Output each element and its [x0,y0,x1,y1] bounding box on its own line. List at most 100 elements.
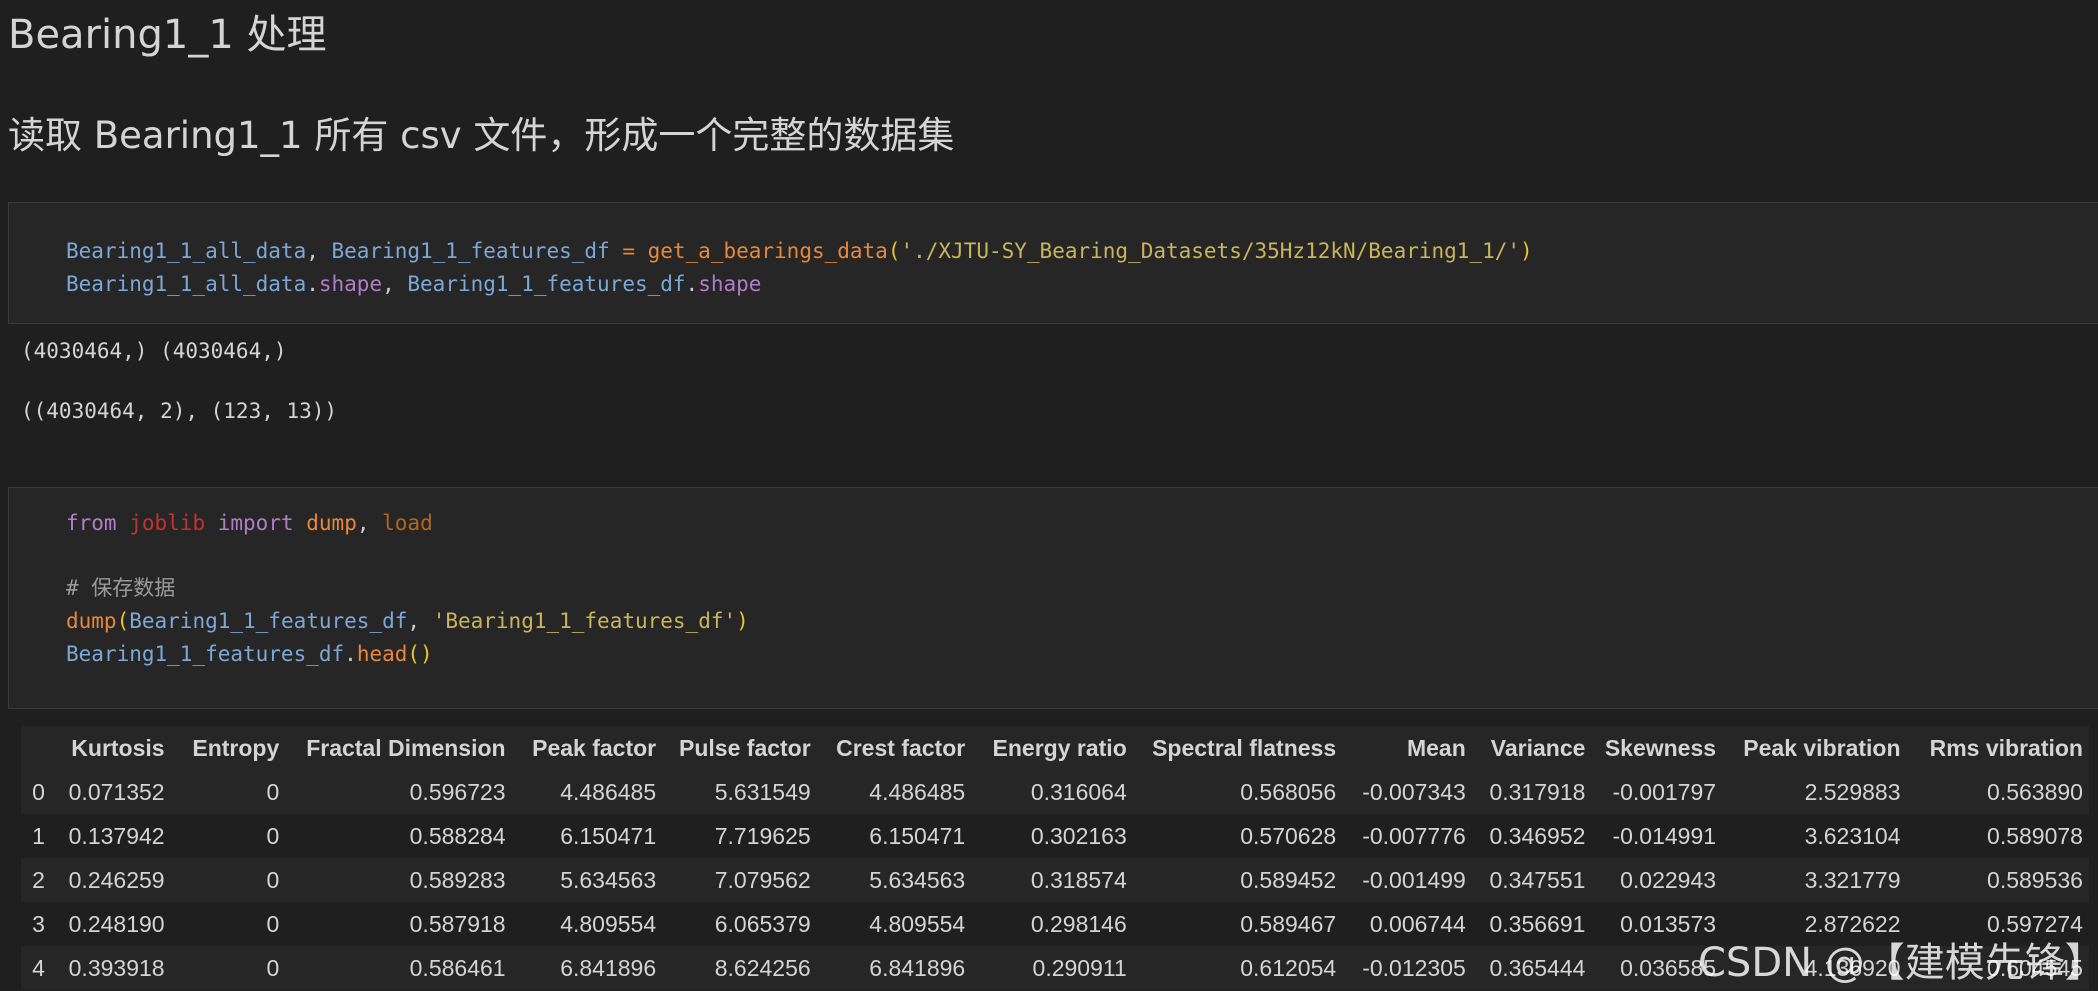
table-cell: 6.841896 [560,954,657,981]
table-cell: 0.246259 [68,866,165,893]
table-cell: 0.589078 [1987,822,2083,849]
table-row: 2 0.246259 0 0.589283 5.634563 7.079562 … [21,858,2089,902]
table-cell: -0.012305 [1362,954,1466,981]
code-token: Bearing1_1_all_data [66,239,307,263]
table-cell: 0 [266,954,280,981]
code-cell-save-data[interactable]: from joblib import dump, load # 保存数据 dum… [8,487,2098,709]
column-header: Peak factor [532,734,657,761]
code-token: load [382,511,433,535]
code-token: Bearing1_1_features_df [66,642,345,666]
row-index: 4 [32,954,45,981]
column-header: Kurtosis [71,734,165,761]
table-cell: 0.346952 [1489,822,1586,849]
code-line-2: Bearing1_1_all_data.shape, Bearing1_1_fe… [66,269,761,299]
table-cell: -0.007776 [1362,822,1466,849]
table-cell: 6.065379 [714,910,811,937]
table-cell: 0.393918 [68,954,165,981]
table-cell: 0.588284 [409,822,506,849]
table-row: 0 0.071352 0 0.596723 4.486485 5.631549 … [21,770,2089,814]
table-cell: 6.150471 [869,822,966,849]
table-cell: 0.318574 [1030,866,1127,893]
table-header-row: Kurtosis Entropy Fractal Dimension Peak … [21,726,2089,770]
table-cell: 0.316064 [1030,778,1127,805]
table-cell: 6.841896 [869,954,966,981]
table-cell: 0.612054 [1240,954,1337,981]
table-cell: 0.589452 [1240,866,1337,893]
table-cell: 5.634563 [869,866,966,893]
column-header: Variance [1490,734,1586,761]
table-cell: 0.587918 [409,910,506,937]
code-token: Bearing1_1_features_df [407,272,686,296]
table-cell: 4.486485 [560,778,657,805]
code-token: Bearing1_1_all_data [66,272,307,296]
column-header: Skewness [1604,734,1717,761]
table-cell: 0.347551 [1489,866,1586,893]
code-token: , [382,272,408,296]
code-line-1: from joblib import dump, load [66,508,433,538]
table-cell: 0.248190 [68,910,165,937]
column-header: Entropy [192,734,280,761]
table-cell: 0 [266,866,280,893]
table-cell: 5.634563 [560,866,657,893]
code-token: ) [1520,239,1533,263]
table-cell: 0.137942 [68,822,165,849]
table-cell: 4.809554 [869,910,966,937]
code-token: './XJTU-SY_Bearing_Datasets/35Hz12kN/Bea… [900,239,1520,263]
code-token: head [356,642,408,666]
table-cell: 6.150471 [560,822,657,849]
table-cell: 0.570628 [1240,822,1337,849]
section-heading: 读取 Bearing1_1 所有 csv 文件，形成一个完整的数据集 [8,114,955,157]
table-cell: -0.001499 [1362,866,1466,893]
table-cell: 0 [266,910,280,937]
table-cell: 2.529883 [1804,778,1901,805]
code-token: shape [698,272,762,296]
code-token: shape [318,272,383,296]
table-cell: 0.071352 [68,778,165,805]
code-token: , [306,239,332,263]
table-cell: 0.302163 [1030,822,1127,849]
code-line-3: dump(Bearing1_1_features_df, 'Bearing1_1… [66,606,749,636]
column-header: Crest factor [836,734,966,761]
table-cell: -0.001797 [1612,778,1717,805]
table-cell: 0.298146 [1030,910,1127,937]
table-cell: 3.623104 [1804,822,1901,849]
table-cell: 0 [266,778,280,805]
column-header: Mean [1406,734,1466,761]
code-token: joblib [129,511,206,535]
code-token: . [306,272,319,296]
table-cell: 3.321779 [1804,866,1901,893]
column-header: Peak vibration [1743,734,1901,761]
code-token: dump [306,511,357,535]
column-header: Pulse factor [679,734,811,761]
code-token: . [344,642,357,666]
column-header: Rms vibration [1929,734,2083,761]
code-token: 'Bearing1_1_features_df' [432,609,737,633]
code-token: from [66,511,117,535]
code-token: ( [887,239,901,263]
code-token: get_a_bearings_data [647,239,888,263]
code-token: , [356,511,383,535]
page-title: Bearing1_1 处理 [8,12,327,58]
row-index: 2 [32,866,45,893]
table-cell: 0.365444 [1489,954,1586,981]
code-token: = [609,239,648,263]
table-cell: 0 [266,822,280,849]
table-cell: 0.022943 [1620,866,1717,893]
table-cell: 0.596723 [409,778,506,805]
table-cell: 0.356691 [1489,910,1586,937]
table-cell: 7.079562 [714,866,811,893]
table-cell: 0.589467 [1240,910,1337,937]
table-cell: -0.007343 [1362,778,1466,805]
column-header: Energy ratio [992,734,1127,761]
column-header: Fractal Dimension [306,734,506,761]
table-cell: 0.589283 [409,866,506,893]
code-cell-load-data[interactable]: Bearing1_1_all_data, Bearing1_1_features… [8,202,2098,324]
table-cell: 0.586461 [409,954,506,981]
cell-output-2: ((4030464, 2), (123, 13)) [21,399,338,423]
cell-output-1: (4030464,) (4030464,) [21,339,287,363]
code-token: Bearing1_1_features_df [331,239,610,263]
table-cell: 0.568056 [1240,778,1337,805]
code-token: dump [66,609,117,633]
watermark: CSDN @【建模先锋】 [1698,940,2098,986]
